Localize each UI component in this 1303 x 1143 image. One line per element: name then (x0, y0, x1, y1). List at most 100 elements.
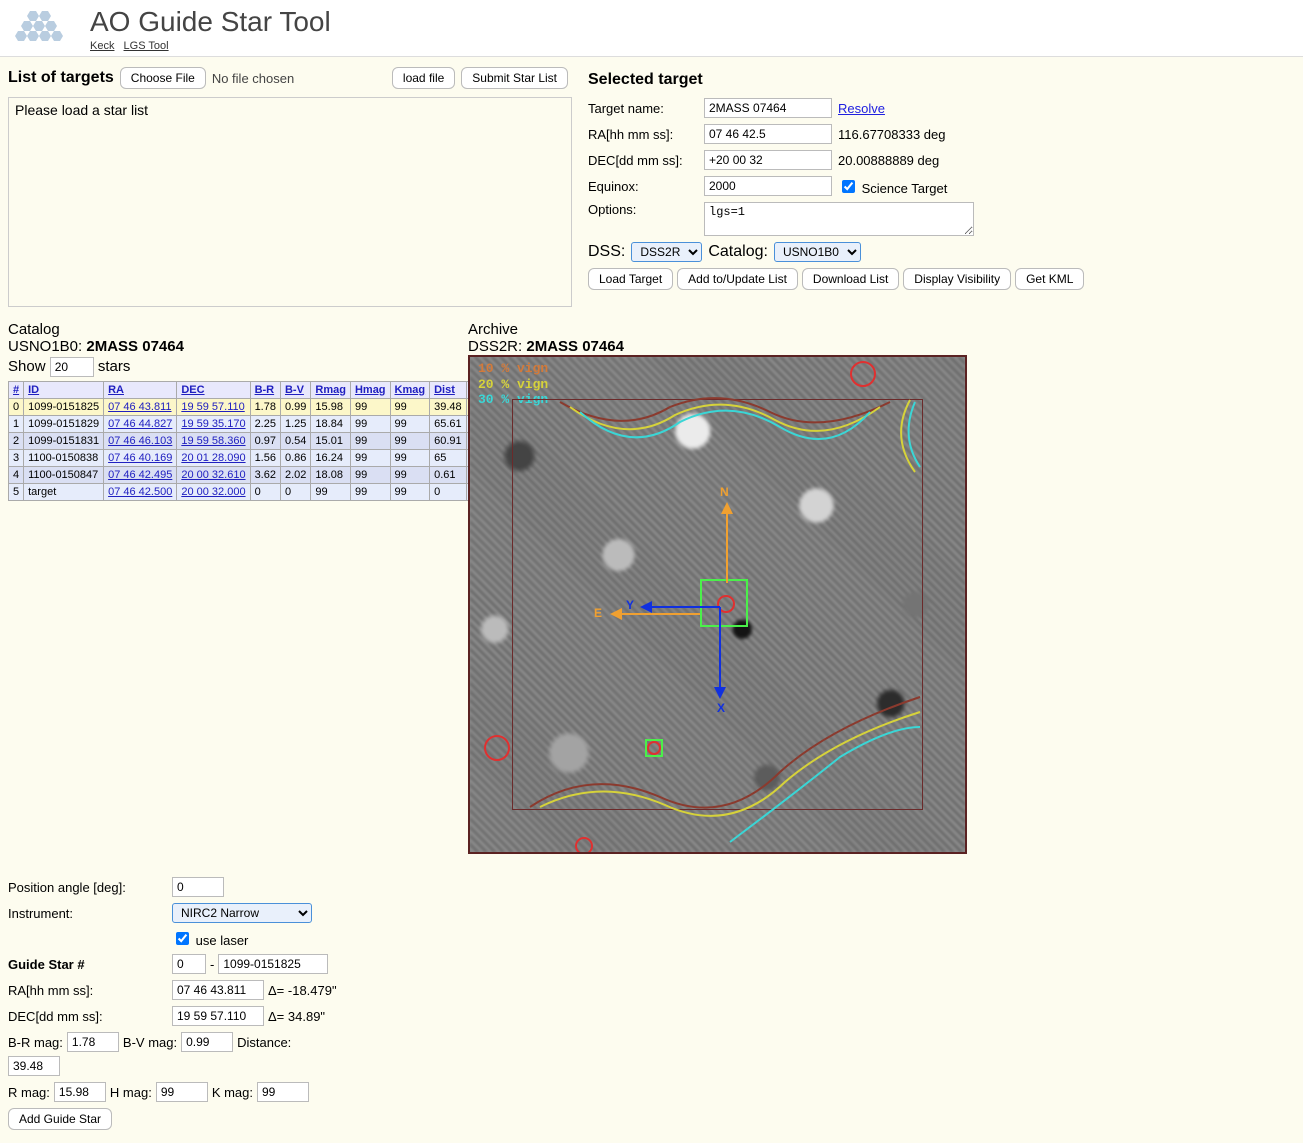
catalog-cell-link[interactable]: 19 59 35.170 (181, 418, 245, 430)
dss-label: DSS: (588, 243, 625, 261)
kmag-label: K mag: (212, 1085, 253, 1100)
instrument-label: Instrument: (8, 906, 168, 921)
catalog-header-cell: B-V (280, 382, 310, 399)
use-laser-checkbox[interactable] (176, 932, 189, 945)
distance-label: Distance: (237, 1035, 291, 1050)
gs-id-input[interactable] (218, 954, 328, 974)
equinox-label: Equinox: (588, 179, 698, 194)
catalog-header-cell: Rmag (311, 382, 351, 399)
equinox-input[interactable] (704, 176, 832, 196)
choose-file-button[interactable]: Choose File (120, 67, 206, 89)
stars-label: stars (98, 358, 131, 375)
table-row[interactable]: 01099-015182507 46 43.81119 59 57.1101.7… (9, 399, 493, 416)
science-target-label: Science Target (862, 181, 948, 196)
catalog-cell-link[interactable]: 07 46 42.495 (108, 469, 172, 481)
ra-deg-label: 116.67708333 deg (838, 127, 945, 142)
dss-select[interactable]: DSS2R (631, 242, 702, 262)
distance-input[interactable] (8, 1056, 60, 1076)
catalog-header-id[interactable]: ID (28, 384, 39, 396)
archive-image[interactable]: 10 % vign 20 % vign 30 % vign (468, 355, 967, 854)
catalog-header-kmag[interactable]: Kmag (395, 384, 426, 396)
dec-deg-label: 20.00888889 deg (838, 153, 939, 168)
catalog-cell-link[interactable]: 19 59 58.360 (181, 435, 245, 447)
keck-link[interactable]: Keck (90, 40, 114, 52)
guide-box-icon (700, 579, 748, 627)
catalog-header-cell: DEC (177, 382, 250, 399)
submit-star-list-button[interactable]: Submit Star List (461, 67, 568, 89)
gs-dash: - (210, 957, 214, 972)
app-header: AO Guide Star Tool Keck LGS Tool (0, 0, 1303, 57)
hmag-input[interactable] (156, 1082, 208, 1102)
catalog-header-hmag[interactable]: Hmag (355, 384, 386, 396)
catalog-header-b-v[interactable]: B-V (285, 384, 304, 396)
gs-index-input[interactable] (172, 954, 206, 974)
table-row[interactable]: 21099-015183107 46 46.10319 59 58.3600.9… (9, 433, 493, 450)
catalog-cell-link[interactable]: 19 59 57.110 (181, 401, 244, 413)
catalog-header-b-r[interactable]: B-R (255, 384, 275, 396)
catalog-header-cell: Dist (430, 382, 467, 399)
catalog-cell-link[interactable]: 20 00 32.000 (181, 486, 245, 498)
dec-input[interactable] (704, 150, 832, 170)
catalog-cell-link[interactable]: 07 46 44.827 (108, 418, 172, 430)
lgs-tool-link[interactable]: LGS Tool (124, 40, 169, 52)
archive-title: Archive (468, 321, 967, 338)
display-visibility-button[interactable]: Display Visibility (903, 268, 1011, 290)
pa-input[interactable] (172, 877, 224, 897)
gs-dec-input[interactable] (172, 1006, 264, 1026)
target-name-input[interactable] (704, 98, 832, 118)
catalog-header-dec[interactable]: DEC (181, 384, 204, 396)
catalog-cell-link[interactable]: 07 46 40.169 (108, 452, 172, 464)
science-target-checkbox[interactable] (842, 180, 855, 193)
catalog-header-ra[interactable]: RA (108, 384, 124, 396)
table-row[interactable]: 31100-015083807 46 40.16920 01 28.0901.5… (9, 450, 493, 467)
catalog-cell-link[interactable]: 20 01 28.090 (181, 452, 245, 464)
table-row[interactable]: 5target07 46 42.50020 00 32.000009999990… (9, 484, 493, 501)
catalog-header-cell: B-R (250, 382, 280, 399)
star-marker-icon (484, 735, 510, 761)
catalog-cell-link[interactable]: 07 46 46.103 (108, 435, 172, 447)
table-row[interactable]: 41100-015084707 46 42.49520 00 32.6103.6… (9, 467, 493, 484)
gs-ra-input[interactable] (172, 980, 264, 1000)
catalog-header-#[interactable]: # (13, 384, 19, 396)
archive-subtitle-bold: 2MASS 07464 (526, 338, 624, 355)
catalog-header-rmag[interactable]: Rmag (315, 384, 346, 396)
gs-dec-label: DEC[dd mm ss]: (8, 1009, 168, 1024)
table-row[interactable]: 11099-015182907 46 44.82719 59 35.1702.2… (9, 416, 493, 433)
star-marker-icon (850, 361, 876, 387)
catalog-header-dist[interactable]: Dist (434, 384, 455, 396)
br-mag-label: B-R mag: (8, 1035, 63, 1050)
resolve-link[interactable]: Resolve (838, 101, 885, 116)
catalog-cell-link[interactable]: 20 00 32.610 (181, 469, 245, 481)
targets-section-title: List of targets (8, 69, 114, 87)
bv-mag-input[interactable] (181, 1032, 233, 1052)
download-list-button[interactable]: Download List (802, 268, 899, 290)
kmag-input[interactable] (257, 1082, 309, 1102)
catalog-dropdown-label: Catalog: (708, 243, 768, 261)
show-count-input[interactable] (50, 357, 94, 377)
hexagon-logo-icon (10, 6, 80, 52)
catalog-header-cell: # (9, 382, 24, 399)
load-file-button[interactable]: load file (392, 67, 455, 89)
get-kml-button[interactable]: Get KML (1015, 268, 1084, 290)
gs-dec-delta: Δ= 34.89" (268, 1009, 325, 1024)
options-textarea[interactable]: lgs=1 (704, 202, 974, 236)
x-axis-label: X (717, 701, 725, 715)
target-name-label: Target name: (588, 101, 698, 116)
guide-star-title: Guide Star # (8, 957, 168, 972)
instrument-select[interactable]: NIRC2 Narrow (172, 903, 312, 923)
target-list-box[interactable]: Please load a star list (8, 97, 572, 307)
catalog-header-cell: RA (104, 382, 177, 399)
ra-input[interactable] (704, 124, 832, 144)
load-target-button[interactable]: Load Target (588, 268, 673, 290)
y-axis-label: Y (626, 598, 634, 612)
catalog-cell-link[interactable]: 07 46 42.500 (108, 486, 172, 498)
archive-subtitle-prefix: DSS2R: (468, 338, 526, 355)
add-update-list-button[interactable]: Add to/Update List (677, 268, 798, 290)
catalog-cell-link[interactable]: 07 46 43.811 (108, 401, 171, 413)
br-mag-input[interactable] (67, 1032, 119, 1052)
show-label: Show (8, 358, 46, 375)
rmag-input[interactable] (54, 1082, 106, 1102)
catalog-select[interactable]: USNO1B0 (774, 242, 861, 262)
add-guide-star-button[interactable]: Add Guide Star (8, 1108, 112, 1130)
guide-box-small-icon (645, 739, 663, 757)
